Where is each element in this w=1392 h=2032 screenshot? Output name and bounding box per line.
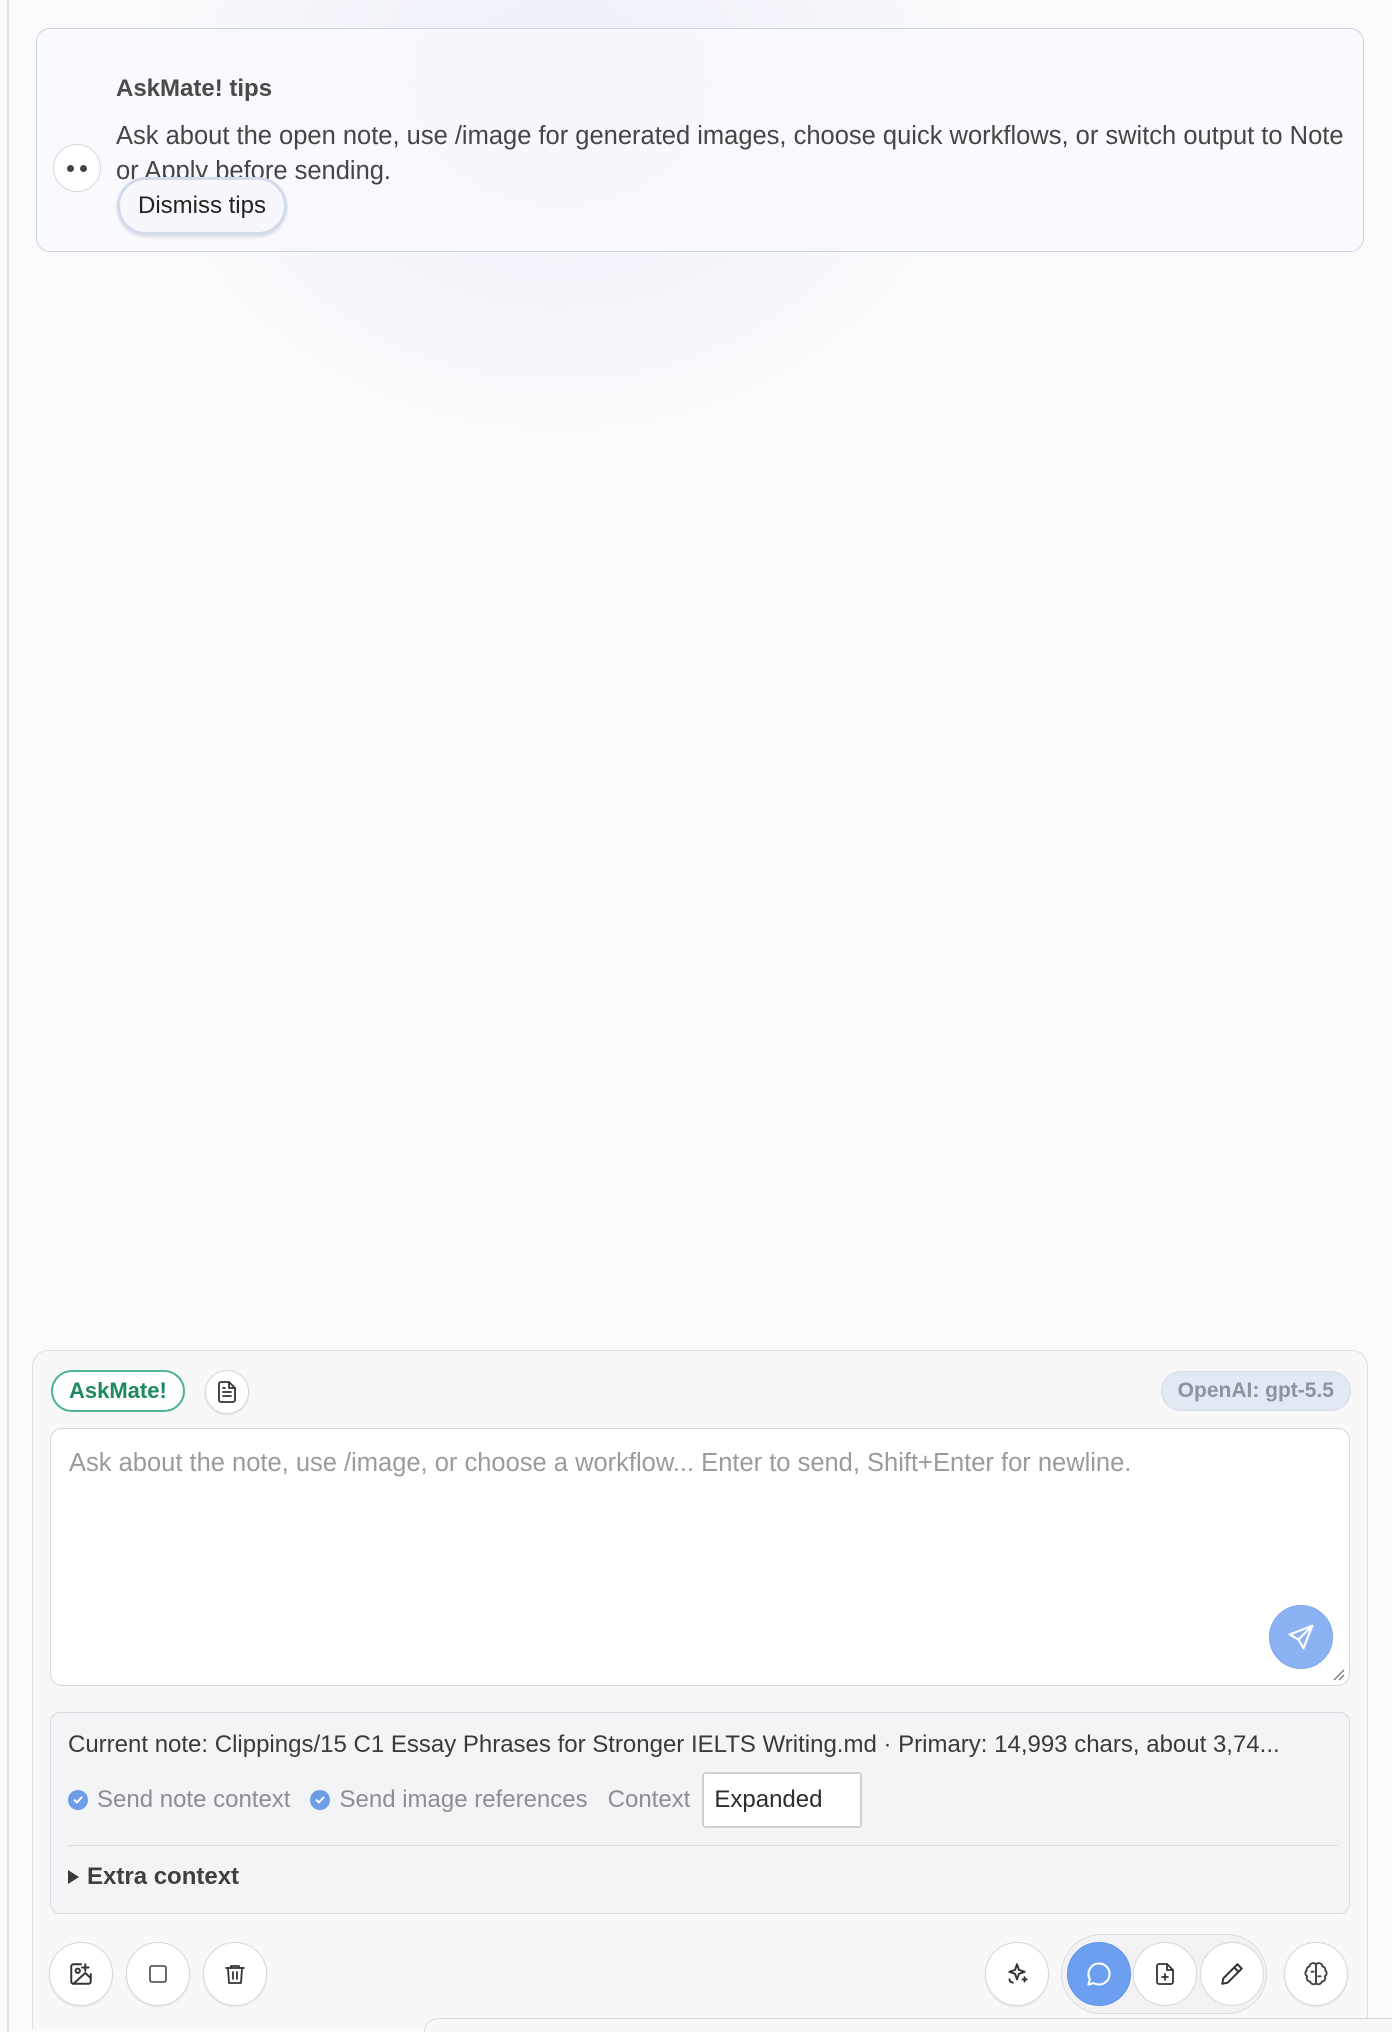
divider: [68, 1845, 1338, 1846]
pencil-icon: [1221, 1963, 1243, 1985]
add-image-button[interactable]: [49, 1942, 113, 2006]
resize-handle-icon[interactable]: [1330, 1666, 1346, 1682]
stop-button[interactable]: [126, 1942, 190, 2006]
extra-context-toggle[interactable]: Extra context: [68, 1863, 239, 1891]
current-note-info: Current note: Clippings/15 C1 Essay Phra…: [68, 1731, 1280, 1758]
sparkle-icon: [1008, 1963, 1028, 1984]
context-select[interactable]: Expanded: [702, 1772, 863, 1828]
model-settings-button[interactable]: [1284, 1942, 1348, 2006]
tips-card: AskMate! tips Ask about the open note, u…: [36, 28, 1364, 252]
brain-icon: [1304, 1962, 1328, 1986]
prompt-box: [50, 1428, 1350, 1686]
pane-divider: [7, 0, 9, 2032]
workflows-button[interactable]: [985, 1942, 1049, 2006]
note-mode-button[interactable]: [1133, 1942, 1197, 2006]
send-icon: [1288, 1624, 1314, 1650]
chat-bubble-icon: [1087, 1962, 1111, 1986]
dismiss-tips-button[interactable]: Dismiss tips: [117, 177, 287, 235]
checkbox-checked-icon: [68, 1790, 88, 1810]
send-image-references-label: Send image references: [339, 1786, 588, 1813]
context-label: Context: [607, 1786, 691, 1813]
assistant-avatar-icon: [53, 144, 101, 192]
checkbox-checked-icon: [310, 1790, 331, 1810]
output-mode-toggle: [1061, 1934, 1267, 2014]
apply-mode-button[interactable]: [1200, 1942, 1264, 2006]
send-button[interactable]: [1269, 1605, 1333, 1669]
bottom-edge: [424, 2018, 1392, 2032]
trash-icon: [225, 1965, 245, 1984]
tips-body: Ask about the open note, use /image for …: [116, 122, 1344, 185]
disclosure-triangle-icon: [68, 1870, 79, 1884]
model-badge[interactable]: OpenAI: gpt-5.5: [1160, 1371, 1351, 1411]
extra-context-label: Extra context: [87, 1863, 240, 1890]
file-plus-icon: [1156, 1963, 1174, 1985]
send-note-context-checkbox[interactable]: Send note context: [68, 1786, 290, 1814]
prompt-input[interactable]: [51, 1429, 1349, 1685]
image-plus-icon: [70, 1963, 92, 1985]
composer-panel: AskMate! OpenAI: gpt-5.5 Current note: C…: [32, 1350, 1368, 2030]
send-image-references-checkbox[interactable]: Send image references: [310, 1786, 588, 1814]
chat-mode-button[interactable]: [1067, 1942, 1131, 2006]
brand-badge[interactable]: AskMate!: [51, 1370, 185, 1412]
document-icon: [218, 1381, 236, 1403]
context-panel: Current note: Clippings/15 C1 Essay Phra…: [50, 1712, 1350, 1914]
note-document-button[interactable]: [205, 1370, 249, 1414]
square-icon: [149, 1965, 167, 1983]
tips-title: AskMate! tips: [116, 75, 273, 102]
clear-chat-button[interactable]: [203, 1942, 267, 2006]
send-note-context-label: Send note context: [97, 1786, 291, 1813]
